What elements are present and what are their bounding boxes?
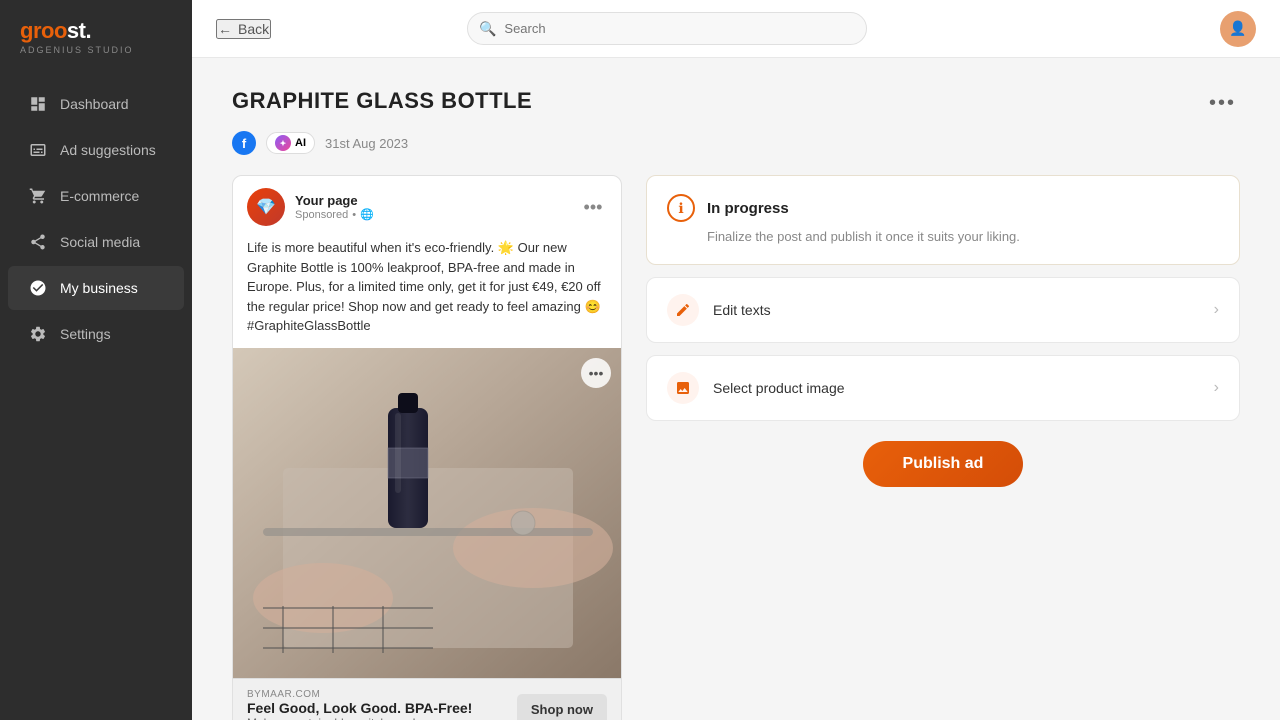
chevron-right-icon: › bbox=[1214, 379, 1219, 397]
image-options-button[interactable]: ••• bbox=[581, 358, 611, 388]
search-input[interactable] bbox=[467, 12, 867, 45]
two-col-layout: 💎 Your page Sponsored • 🌐 ••• Life is mo… bbox=[232, 175, 1240, 720]
facebook-icon: f bbox=[242, 136, 246, 151]
sidebar-item-ecommerce[interactable]: E-commerce bbox=[8, 174, 184, 218]
ai-dot-icon: ✦ bbox=[275, 135, 291, 151]
status-title: In progress bbox=[707, 200, 789, 217]
globe-icon: 🌐 bbox=[360, 208, 374, 221]
ai-label: AI bbox=[295, 137, 306, 149]
ecommerce-icon bbox=[28, 186, 48, 206]
ad-headline: Feel Good, Look Good. BPA-Free! bbox=[247, 700, 472, 716]
page-info: Your page Sponsored • 🌐 bbox=[295, 193, 579, 221]
logo: groost. ADGENIUS STUDIO bbox=[0, 0, 192, 71]
sidebar: groost. ADGENIUS STUDIO Dashboard Ad sug… bbox=[0, 0, 192, 720]
sidebar-item-label: Ad suggestions bbox=[60, 142, 156, 158]
settings-icon bbox=[28, 324, 48, 344]
sponsored-label: Sponsored bbox=[295, 209, 348, 221]
status-card: ℹ In progress Finalize the post and publ… bbox=[646, 175, 1240, 265]
edit-texts-label: Edit texts bbox=[713, 302, 1214, 318]
shop-now-button[interactable]: Shop now bbox=[517, 694, 607, 720]
page-title: GRAPHITE GLASS BOTTLE bbox=[232, 88, 532, 114]
more-options-button[interactable]: ••• bbox=[1205, 88, 1240, 119]
sponsored-row: Sponsored • 🌐 bbox=[295, 208, 579, 221]
status-description: Finalize the post and publish it once it… bbox=[667, 228, 1219, 246]
social-icon bbox=[28, 232, 48, 252]
ai-badge: ✦ AI bbox=[266, 132, 315, 154]
main-area: ← Back 🔍 👤 GRAPHITE GLASS BOTTLE ••• f ✦… bbox=[192, 0, 1280, 720]
status-icon: ℹ bbox=[667, 194, 695, 222]
page-header: GRAPHITE GLASS BOTTLE ••• bbox=[232, 88, 1240, 119]
sidebar-item-ad-suggestions[interactable]: Ad suggestions bbox=[8, 128, 184, 172]
sidebar-item-my-business[interactable]: My business bbox=[8, 266, 184, 310]
ad-icon bbox=[28, 140, 48, 160]
sidebar-nav: Dashboard Ad suggestions E-commerce Soci… bbox=[0, 71, 192, 720]
back-label: Back bbox=[238, 21, 269, 37]
business-icon bbox=[28, 278, 48, 298]
select-image-icon bbox=[667, 372, 699, 404]
back-arrow-icon: ← bbox=[218, 21, 232, 37]
sidebar-item-social-media[interactable]: Social media bbox=[8, 220, 184, 264]
sidebar-item-settings[interactable]: Settings bbox=[8, 312, 184, 356]
publish-date: 31st Aug 2023 bbox=[325, 136, 408, 151]
top-header: ← Back 🔍 👤 bbox=[192, 0, 1280, 58]
edit-texts-icon bbox=[667, 294, 699, 326]
page-avatar: 💎 bbox=[247, 188, 285, 226]
sidebar-item-dashboard[interactable]: Dashboard bbox=[8, 82, 184, 126]
right-panel: ℹ In progress Finalize the post and publ… bbox=[646, 175, 1240, 487]
ad-subtext: Make a sustainable switch now! bbox=[247, 716, 472, 720]
dashboard-icon bbox=[28, 94, 48, 114]
ad-image: ••• bbox=[233, 348, 621, 678]
select-image-label: Select product image bbox=[713, 380, 1214, 396]
edit-texts-card[interactable]: Edit texts › bbox=[646, 277, 1240, 343]
back-button[interactable]: ← Back bbox=[216, 19, 271, 39]
ad-header: 💎 Your page Sponsored • 🌐 ••• bbox=[233, 176, 621, 234]
brand-sub: ADGENIUS STUDIO bbox=[20, 45, 172, 55]
status-header: ℹ In progress bbox=[667, 194, 1219, 222]
meta-row: f ✦ AI 31st Aug 2023 bbox=[232, 131, 1240, 155]
ad-text: Life is more beautiful when it's eco-fri… bbox=[233, 234, 621, 348]
facebook-badge: f bbox=[232, 131, 256, 155]
sidebar-item-label: My business bbox=[60, 280, 138, 296]
ad-footer: BYMAAR.COM Feel Good, Look Good. BPA-Fre… bbox=[233, 678, 621, 720]
sidebar-item-label: Social media bbox=[60, 234, 140, 250]
sidebar-item-label: E-commerce bbox=[60, 188, 139, 204]
avatar: 👤 bbox=[1220, 11, 1256, 47]
content-area: GRAPHITE GLASS BOTTLE ••• f ✦ AI 31st Au… bbox=[192, 58, 1280, 720]
footer-info: BYMAAR.COM Feel Good, Look Good. BPA-Fre… bbox=[247, 689, 472, 720]
publish-ad-button[interactable]: Publish ad bbox=[863, 441, 1024, 487]
brand-name: groost. bbox=[20, 18, 172, 44]
product-image bbox=[233, 348, 621, 678]
dot-separator: • bbox=[352, 209, 356, 221]
search-bar: 🔍 bbox=[467, 12, 867, 45]
select-image-card[interactable]: Select product image › bbox=[646, 355, 1240, 421]
sidebar-item-label: Dashboard bbox=[60, 96, 129, 112]
chevron-right-icon: › bbox=[1214, 301, 1219, 319]
ad-options-button[interactable]: ••• bbox=[579, 193, 607, 221]
page-name: Your page bbox=[295, 193, 579, 208]
ad-preview-card: 💎 Your page Sponsored • 🌐 ••• Life is mo… bbox=[232, 175, 622, 720]
search-icon: 🔍 bbox=[479, 20, 496, 37]
ad-domain: BYMAAR.COM bbox=[247, 689, 472, 700]
sidebar-item-label: Settings bbox=[60, 326, 111, 342]
